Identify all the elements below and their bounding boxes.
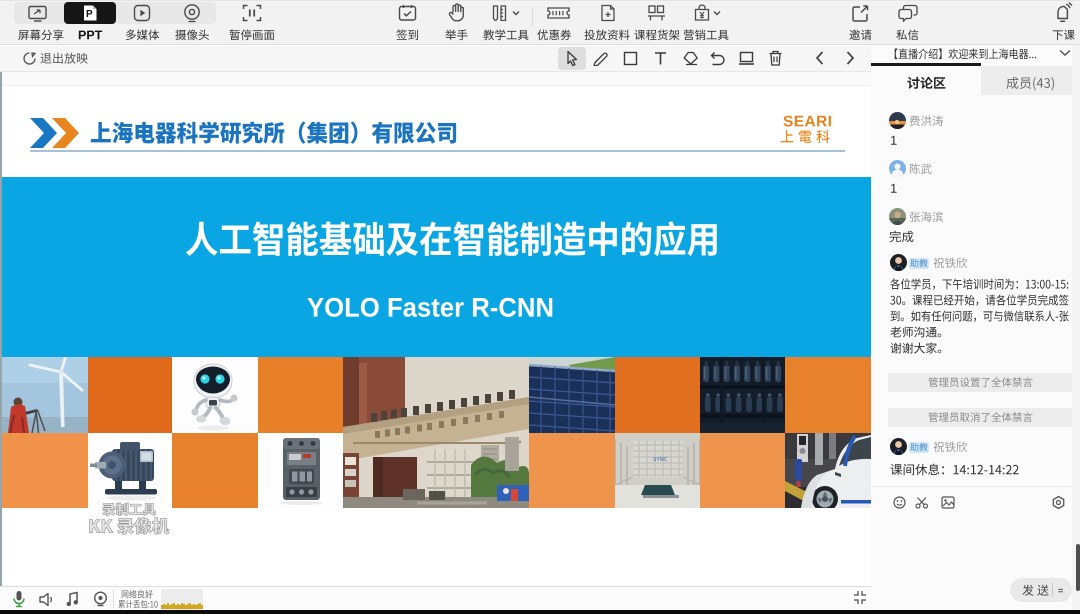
- svg-text:SYMC: SYMC: [653, 457, 668, 463]
- svg-text:P: P: [86, 9, 93, 20]
